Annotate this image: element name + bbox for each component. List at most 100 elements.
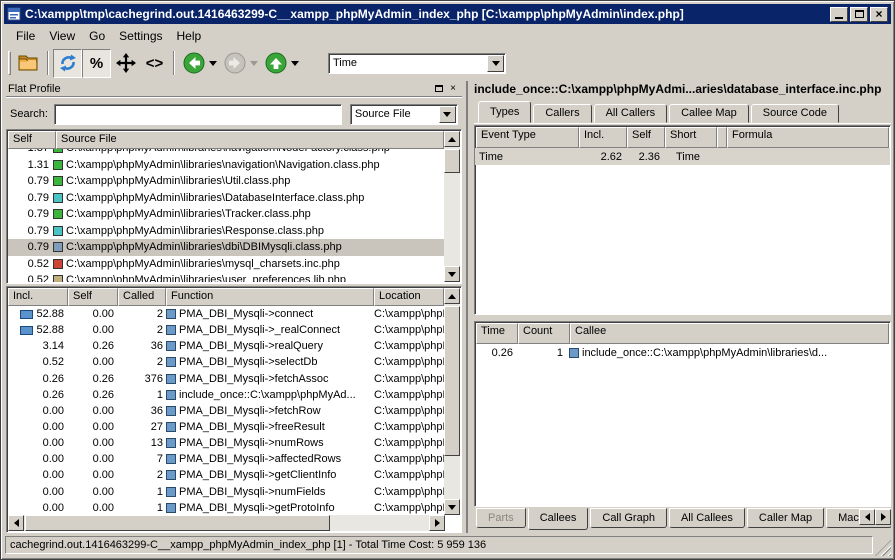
scroll-up-button[interactable] (444, 288, 460, 304)
cell-short: Time (664, 151, 716, 163)
column-header-self[interactable]: Self (8, 131, 56, 149)
column-header-short[interactable]: Short (665, 127, 717, 148)
file-list-vscrollbar[interactable] (444, 131, 460, 282)
scroll-down-button[interactable] (444, 266, 460, 282)
tab-call-graph[interactable]: Call Graph (590, 508, 667, 528)
cell-location: C:\xampp\phpMy (374, 356, 444, 368)
tab-caller-map[interactable]: Caller Map (747, 508, 824, 528)
minimize-button[interactable] (830, 7, 848, 22)
file-row[interactable]: 0.52 C:\xampp\phpMyAdmin\libraries\mysql… (8, 256, 444, 273)
menu-go[interactable]: Go (82, 27, 112, 45)
tab-callers[interactable]: Callers (533, 104, 591, 123)
event-type-dropdown-button[interactable] (487, 55, 504, 72)
scrollbar-thumb[interactable] (25, 515, 330, 531)
function-row[interactable]: 0.26 0.26 376 PMA_DBI_Mysqli->fetchAssoc… (8, 371, 444, 387)
resize-grip[interactable] (875, 540, 891, 556)
main-window: C:\xampp\tmp\cachegrind.out.1416463299-C… (0, 0, 895, 560)
tab-scroll-right-button[interactable] (875, 509, 891, 525)
file-row[interactable]: 0.79 C:\xampp\phpMyAdmin\libraries\Util.… (8, 173, 444, 190)
event-type-row[interactable]: Time 2.62 2.36 Time (475, 148, 890, 165)
callee-row[interactable]: 0.26 1 include_once::C:\xampp\phpMyAdmin… (475, 344, 890, 361)
group-by-select[interactable]: Source File (350, 104, 458, 125)
file-row[interactable]: 0.52 C:\xampp\phpMyAdmin\libraries\user_… (8, 272, 444, 282)
menu-view[interactable]: View (42, 27, 82, 45)
scrollbar-thumb[interactable] (444, 306, 460, 456)
menu-file[interactable]: File (9, 27, 42, 45)
column-header-incl[interactable]: Incl. (579, 127, 627, 148)
file-row-selected[interactable]: 0.79 C:\xampp\phpMyAdmin\libraries\dbi\D… (8, 239, 444, 256)
function-list-vscrollbar[interactable] (444, 288, 460, 515)
function-row[interactable]: 0.00 0.00 1 PMA_DBI_Mysqli->getProtoInfo… (8, 500, 444, 515)
tab-callee-map[interactable]: Callee Map (669, 104, 749, 123)
tab-all-callees[interactable]: All Callees (669, 508, 745, 528)
shorten-templates-button[interactable]: <> (140, 49, 169, 78)
column-header-event-type[interactable]: Event Type (476, 127, 579, 148)
window-title: C:\xampp\tmp\cachegrind.out.1416463299-C… (25, 7, 826, 21)
column-header-self[interactable]: Self (68, 288, 118, 306)
scroll-right-button[interactable] (429, 515, 445, 531)
relative-percent-button[interactable]: % (82, 49, 111, 78)
function-row[interactable]: 3.14 0.26 36 PMA_DBI_Mysqli->realQuery C… (8, 338, 444, 354)
function-row[interactable]: 0.00 0.00 1 PMA_DBI_Mysqli->numFields C:… (8, 484, 444, 500)
maximize-button[interactable] (850, 7, 868, 22)
back-dropdown-icon[interactable] (209, 61, 217, 70)
function-row[interactable]: 0.52 0.00 2 PMA_DBI_Mysqli->selectDb C:\… (8, 354, 444, 370)
column-header-location[interactable]: Location (374, 288, 444, 306)
column-header-incl[interactable]: Incl. (8, 288, 68, 306)
scroll-left-button[interactable] (8, 515, 24, 531)
menu-settings[interactable]: Settings (112, 27, 169, 45)
cell-location: C:\xampp\phpMy (374, 373, 444, 385)
tab-types[interactable]: Types (478, 101, 531, 123)
title-bar[interactable]: C:\xampp\tmp\cachegrind.out.1416463299-C… (4, 4, 891, 24)
open-file-button[interactable] (14, 49, 43, 78)
toolbar-handle[interactable] (8, 51, 11, 75)
column-header-callee[interactable]: Callee (570, 323, 889, 344)
cell-incl: 0.00 (8, 486, 68, 498)
tab-scroll-left-button[interactable] (859, 509, 875, 525)
file-row[interactable]: 0.79 C:\xampp\phpMyAdmin\libraries\Track… (8, 206, 444, 223)
group-by-dropdown-button[interactable] (439, 106, 456, 123)
function-row[interactable]: 0.00 0.00 13 PMA_DBI_Mysqli->numRows C:\… (8, 435, 444, 451)
search-input[interactable] (54, 104, 342, 125)
cycle-detection-button[interactable] (53, 49, 82, 78)
function-icon (569, 348, 579, 358)
column-header-called[interactable]: Called (118, 288, 166, 306)
tab-source-code[interactable]: Source Code (751, 104, 839, 123)
up-button[interactable] (261, 49, 290, 78)
forward-button[interactable] (220, 49, 249, 78)
column-header-function[interactable]: Function (166, 288, 374, 306)
file-row[interactable]: 0.79 C:\xampp\phpMyAdmin\libraries\Datab… (8, 190, 444, 207)
file-row[interactable]: 1.31 C:\xampp\phpMyAdmin\libraries\navig… (8, 157, 444, 174)
function-row[interactable]: 52.88 0.00 2 PMA_DBI_Mysqli->connect C:\… (8, 306, 444, 322)
float-dock-icon[interactable] (432, 83, 446, 95)
column-header-time[interactable]: Time (476, 323, 518, 344)
function-row[interactable]: 0.00 0.00 7 PMA_DBI_Mysqli->affectedRows… (8, 451, 444, 467)
tab-callees[interactable]: Callees (528, 508, 589, 530)
back-button[interactable] (179, 49, 208, 78)
menu-help[interactable]: Help (170, 27, 209, 45)
function-row[interactable]: 0.00 0.00 27 PMA_DBI_Mysqli->freeResult … (8, 419, 444, 435)
close-dock-icon[interactable]: × (446, 83, 460, 95)
function-icon (166, 503, 176, 513)
file-row[interactable]: 0.79 C:\xampp\phpMyAdmin\libraries\Respo… (8, 223, 444, 240)
scrollbar-thumb[interactable] (444, 149, 460, 173)
up-dropdown-icon[interactable] (291, 61, 299, 70)
column-header-spacer[interactable] (717, 127, 727, 148)
close-button[interactable]: × (870, 7, 888, 22)
relative-to-parent-button[interactable] (111, 49, 140, 78)
function-row[interactable]: 0.26 0.26 1 include_once::C:\xampp\phpMy… (8, 387, 444, 403)
scroll-down-button[interactable] (444, 499, 460, 515)
function-row[interactable]: 0.00 0.00 2 PMA_DBI_Mysqli->getClientInf… (8, 467, 444, 483)
event-type-select[interactable]: Time (328, 53, 506, 74)
function-row[interactable]: 0.00 0.00 36 PMA_DBI_Mysqli->fetchRow C:… (8, 403, 444, 419)
column-header-source-file[interactable]: Source File (56, 131, 444, 149)
dock-title-bar[interactable]: Flat Profile × (6, 81, 462, 97)
file-row[interactable]: 1.37 C:\xampp\phpMyAdmin\libraries\navig… (8, 149, 444, 157)
tab-all-callers[interactable]: All Callers (594, 104, 668, 123)
column-header-count[interactable]: Count (518, 323, 570, 344)
function-list-hscrollbar[interactable] (8, 515, 445, 531)
column-header-formula[interactable]: Formula (727, 127, 889, 148)
scroll-up-button[interactable] (444, 131, 460, 147)
function-row[interactable]: 52.88 0.00 2 PMA_DBI_Mysqli->_realConnec… (8, 322, 444, 338)
column-header-self[interactable]: Self (627, 127, 665, 148)
